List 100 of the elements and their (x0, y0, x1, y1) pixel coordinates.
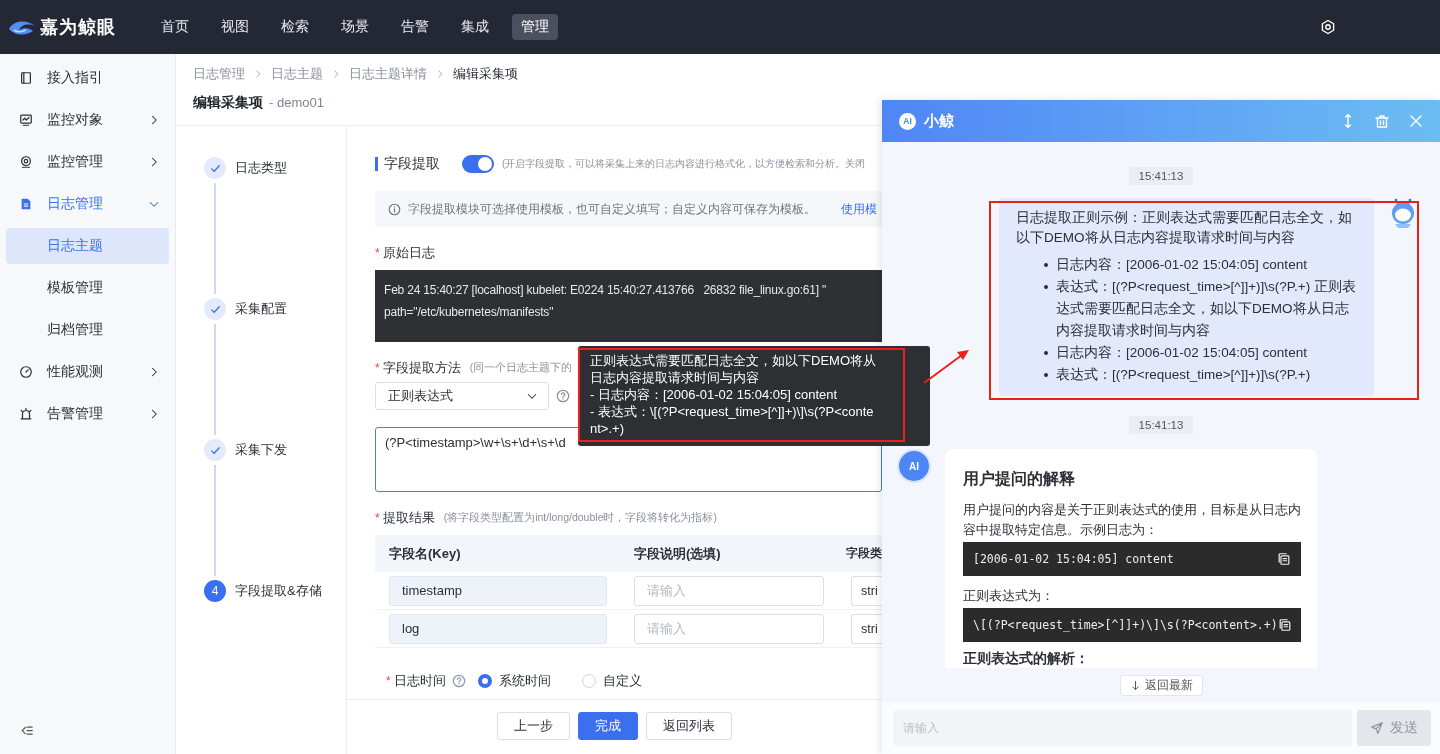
required-mark: * (375, 361, 380, 375)
required-mark: * (375, 246, 380, 260)
nav-tab[interactable]: 管理 (512, 14, 558, 40)
list-item-text: 日志内容：[2006-01-02 15:04:05] content (1056, 256, 1307, 274)
bullet-dot (1044, 285, 1048, 289)
description-field[interactable]: 请输入 (634, 613, 824, 644)
column-header: 字段名(Key) (375, 535, 620, 572)
chevron-right-icon (331, 69, 341, 79)
logo-icon (8, 18, 36, 36)
log-text: path="/etc/kubernetes/manifests" (384, 304, 555, 321)
nav-tab[interactable]: 检索 (272, 14, 318, 40)
list-item-text: 表达式：[(?P<request_time>[^]]+)]\s(?P.+) 正则表达式需要匹配日志全文，如以下DEMO将从日志内容提取请求时间与内容 (1056, 278, 1357, 340)
primary-button[interactable]: 完成 (578, 712, 638, 740)
check-icon (209, 162, 221, 174)
send-icon (1370, 721, 1384, 735)
sidebar-subitem[interactable]: 日志主题 (6, 228, 169, 264)
key-field[interactable]: log (389, 613, 607, 644)
code-text: \[(?P<request_time>[^]]+)\]\s(?P<content>.+) (973, 618, 1278, 632)
radio-button[interactable] (477, 674, 492, 688)
field-hint: (同一个日志主题下的 (469, 361, 573, 375)
check-icon (209, 444, 221, 456)
sidebar-item[interactable]: 告警管理 (6, 393, 169, 435)
sidebar-subitem[interactable]: 归档管理 (6, 312, 169, 348)
message-heading: 用户提问的解释 (963, 469, 1076, 489)
arrow-down-icon (1129, 679, 1141, 691)
type-field[interactable]: stri (851, 575, 882, 606)
toggle-hint: (开启字段提取，可以将采集上来的日志内容进行格式化，以方便检索和分析。关闭 (502, 157, 866, 171)
section-title: 字段提取 (384, 155, 440, 173)
key-field[interactable]: timestamp (389, 575, 607, 606)
sidebar-item[interactable]: 监控管理 (6, 141, 169, 183)
logo-text: 嘉为鲸眼 (40, 16, 116, 39)
gauge-icon (19, 365, 33, 379)
webcam-icon (19, 155, 33, 169)
step-label: 采集下发 (235, 441, 287, 459)
timestamp: 15:41:13 (1128, 416, 1194, 434)
select-field[interactable]: 正则表达式 (375, 382, 549, 410)
help-icon (556, 389, 570, 403)
nav-tab[interactable]: 场景 (332, 14, 378, 40)
sidebar-item[interactable]: 接入指引 (6, 57, 169, 99)
collapse-sidebar-icon (20, 724, 34, 738)
message-text: 日志提取正则示例：正则表达式需要匹配日志全文，如以下DEMO将从日志内容提取请求时间与内容 (1016, 209, 1353, 247)
nav-tab[interactable]: 集成 (452, 14, 498, 40)
template-link[interactable]: 使用模 (841, 200, 877, 218)
message-text: 正则表达式为： (963, 587, 1055, 605)
secondary-button[interactable]: 上一步 (497, 712, 570, 740)
nav-tab[interactable]: 告警 (392, 14, 438, 40)
sidebar-subitem[interactable]: 模板管理 (6, 270, 169, 306)
chevron-right-icon (253, 69, 263, 79)
document-icon (19, 197, 33, 211)
field-label: 日志时间 (393, 672, 446, 690)
page-subtitle: - demo01 (269, 95, 324, 110)
message-heading: 正则表达式的解析： (963, 650, 1090, 668)
copy-icon[interactable] (1277, 552, 1291, 566)
info-icon (388, 202, 401, 216)
info-text: 字段提取模块可选择使用模板，也可自定义填写；自定义内容可保存为模板。 (408, 200, 816, 218)
message-text: 用户提问的内容是关于正则表达式的使用，目标是从日志内容中提取特定信息。示例日志为： (963, 501, 1301, 539)
breadcrumb-current: 编辑采集项 (453, 65, 518, 83)
field-label: 字段提取方法 (382, 359, 461, 377)
step-label: 字段提取&存储 (235, 582, 322, 600)
radio-label: 自定义 (602, 672, 642, 690)
settings-icon (1320, 19, 1336, 35)
pointer-arrow (923, 350, 969, 384)
timestamp: 15:41:13 (1128, 167, 1194, 185)
assistant-avatar: AI (897, 449, 931, 483)
toggle-switch[interactable] (462, 155, 494, 173)
book-icon (19, 71, 33, 85)
step-label: 日志类型 (235, 159, 287, 177)
sidebar-item[interactable]: 日志管理 (6, 183, 169, 225)
bullet-dot (1044, 263, 1048, 267)
description-field[interactable]: 请输入 (634, 575, 824, 606)
secondary-button[interactable]: 返回列表 (646, 712, 732, 740)
chevron-right-icon (435, 69, 445, 79)
column-header: 字段说明(选填) (620, 535, 838, 572)
sidebar-item[interactable]: 监控对象 (6, 99, 169, 141)
bullet-dot (1044, 373, 1048, 377)
column-header: 字段类 (838, 535, 882, 572)
field-label: 提取结果 (382, 509, 435, 527)
chat-title: 小鲸 (924, 111, 955, 131)
log-text: Feb 24 15:40:27 [localhost] kubelet: E0224 15:40:27.413766 26832 file_linux.go:61] " (384, 282, 828, 299)
radio-label: 系统时间 (498, 672, 551, 690)
help-icon (451, 674, 466, 688)
siren-icon (19, 407, 33, 421)
list-item-text: 日志内容：[2006-01-02 15:04:05] content (1056, 344, 1307, 362)
sidebar-item[interactable]: 性能观测 (6, 351, 169, 393)
code-text: [2006-01-02 15:04:05] content (973, 552, 1174, 566)
list-item-text: 表达式：[(?P<request_time>[^]]+)]\s(?P.+) (1056, 366, 1311, 384)
back-to-latest-button[interactable]: 返回最新 (1119, 674, 1203, 696)
copy-icon[interactable] (1277, 618, 1292, 632)
type-field[interactable]: stri (851, 613, 882, 644)
page-title: 编辑采集项 (193, 94, 263, 112)
monitor-icon (19, 113, 33, 127)
step-number: 4 (204, 580, 226, 602)
step-label: 采集配置 (235, 300, 287, 318)
tooltip-text: - 日志内容：[2006-01-02 15:04:05] content (590, 386, 839, 403)
field-label: 原始日志 (382, 244, 435, 262)
nav-tab[interactable]: 首页 (152, 14, 198, 40)
bullet-dot (1044, 351, 1048, 355)
tooltip-text: 正则表达式需要匹配日志全文，如以下DEMO将从日志内容提取请求时间与内容 (590, 352, 877, 386)
field-hint: (将字段类型配置为int/long/double时，字段将转化为指标) (443, 511, 717, 525)
nav-tab[interactable]: 视图 (212, 14, 258, 40)
